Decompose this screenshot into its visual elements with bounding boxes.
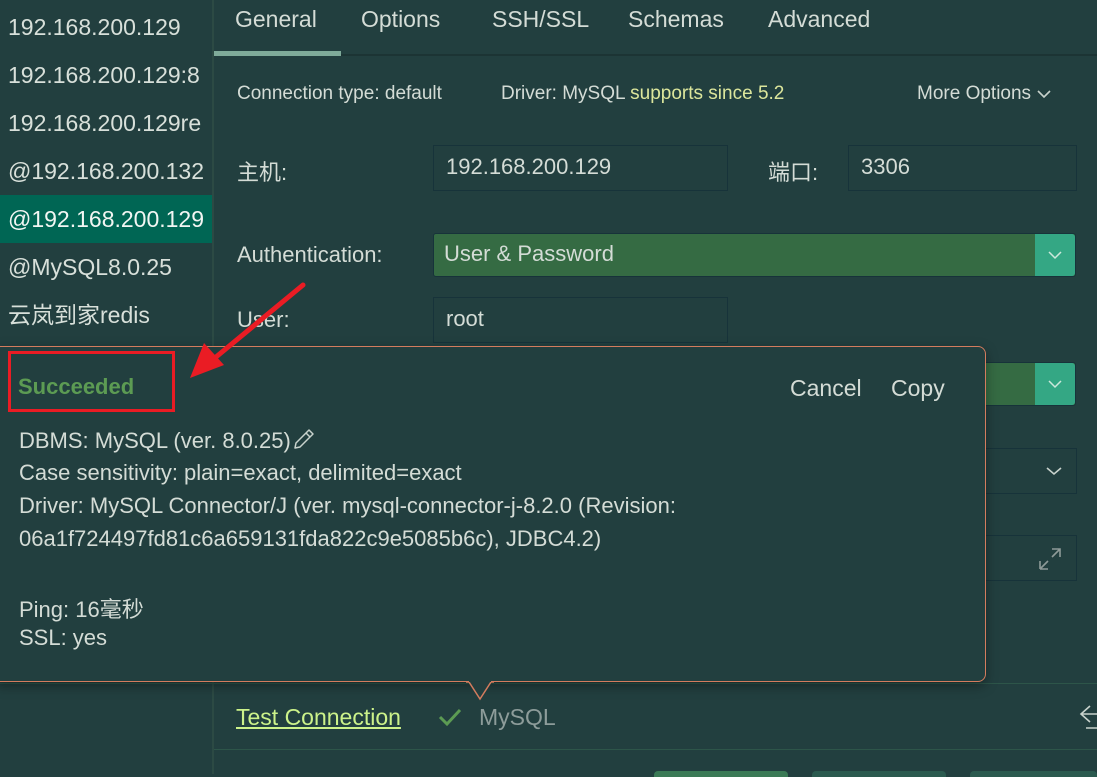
connection-item-selected[interactable]: @192.168.200.129 <box>0 195 212 243</box>
connection-item[interactable]: @192.168.200.132 <box>0 147 212 195</box>
dbms-info: DBMS: MySQL (ver. 8.0.25) <box>19 427 317 454</box>
driver-revision-info: 06a1f724497fd81c6a659131fda822c9e5085b6c… <box>19 526 602 551</box>
save-password-dropdown-button[interactable] <box>1035 363 1075 405</box>
more-options-label: More Options <box>917 83 1032 104</box>
authentication-select[interactable]: User & Password <box>433 233 1076 277</box>
tab-schemas[interactable]: Schemas <box>628 6 724 33</box>
connection-item[interactable]: 192.168.200.129re <box>0 99 212 147</box>
driver-name: MySQL <box>479 704 556 730</box>
driver-label: Driver: MySQL <box>501 83 625 104</box>
test-connection-link[interactable]: Test Connection <box>236 704 401 731</box>
chevron-down-icon <box>1048 380 1062 389</box>
connection-item[interactable]: 192.168.200.129 <box>0 3 212 51</box>
port-input[interactable]: 3306 <box>848 145 1077 191</box>
chevron-down-icon <box>1048 251 1062 260</box>
active-tab-indicator <box>214 51 341 56</box>
authentication-label: Authentication: <box>237 242 383 267</box>
driver-support-link[interactable]: supports since 5.2 <box>630 83 784 104</box>
port-label: 端口: <box>768 160 819 185</box>
footer-button-divider <box>214 749 1097 750</box>
connection-type: Connection type: default <box>237 83 442 104</box>
connection-item[interactable]: 192.168.200.129:8 <box>0 51 212 99</box>
ok-button[interactable] <box>654 771 788 777</box>
driver-info: Driver: MySQL supports since 5.2 <box>501 83 784 105</box>
footer-divider <box>0 683 1097 684</box>
check-icon <box>438 708 462 727</box>
dbms-text: DBMS: MySQL (ver. 8.0.25) <box>19 428 291 453</box>
tab-general[interactable]: General <box>235 6 317 33</box>
driver-version-info: Driver: MySQL Connector/J (ver. mysql-co… <box>19 493 676 518</box>
popup-pointer <box>466 681 494 701</box>
tab-options[interactable]: Options <box>361 6 440 33</box>
more-options-button[interactable]: More Options <box>917 83 1051 105</box>
ssl-info: SSL: yes <box>19 625 108 650</box>
tab-bar-divider <box>214 54 1097 56</box>
tab-ssh-ssl[interactable]: SSH/SSL <box>492 6 589 33</box>
back-arrow-icon[interactable] <box>1078 700 1097 734</box>
apply-button[interactable] <box>970 771 1097 777</box>
annotation-arrow-icon <box>190 282 306 378</box>
copy-link[interactable]: Copy <box>891 375 945 402</box>
host-label: 主机: <box>237 160 288 185</box>
annotation-highlight-box <box>8 351 175 412</box>
authentication-dropdown-button[interactable] <box>1035 234 1075 276</box>
pencil-icon[interactable] <box>291 427 317 451</box>
cancel-button[interactable] <box>812 771 946 777</box>
tab-advanced[interactable]: Advanced <box>768 6 870 33</box>
user-input[interactable]: root <box>433 297 728 343</box>
authentication-value: User & Password <box>444 241 614 266</box>
cancel-link[interactable]: Cancel <box>790 375 862 402</box>
host-input[interactable]: 192.168.200.129 <box>433 145 728 191</box>
chevron-down-icon <box>1037 90 1051 99</box>
case-sensitivity-info: Case sensitivity: plain=exact, delimited… <box>19 460 462 485</box>
chevron-down-icon <box>1046 467 1062 476</box>
expand-icon[interactable] <box>1036 545 1064 573</box>
ping-info: Ping: 16毫秒 <box>19 597 144 622</box>
